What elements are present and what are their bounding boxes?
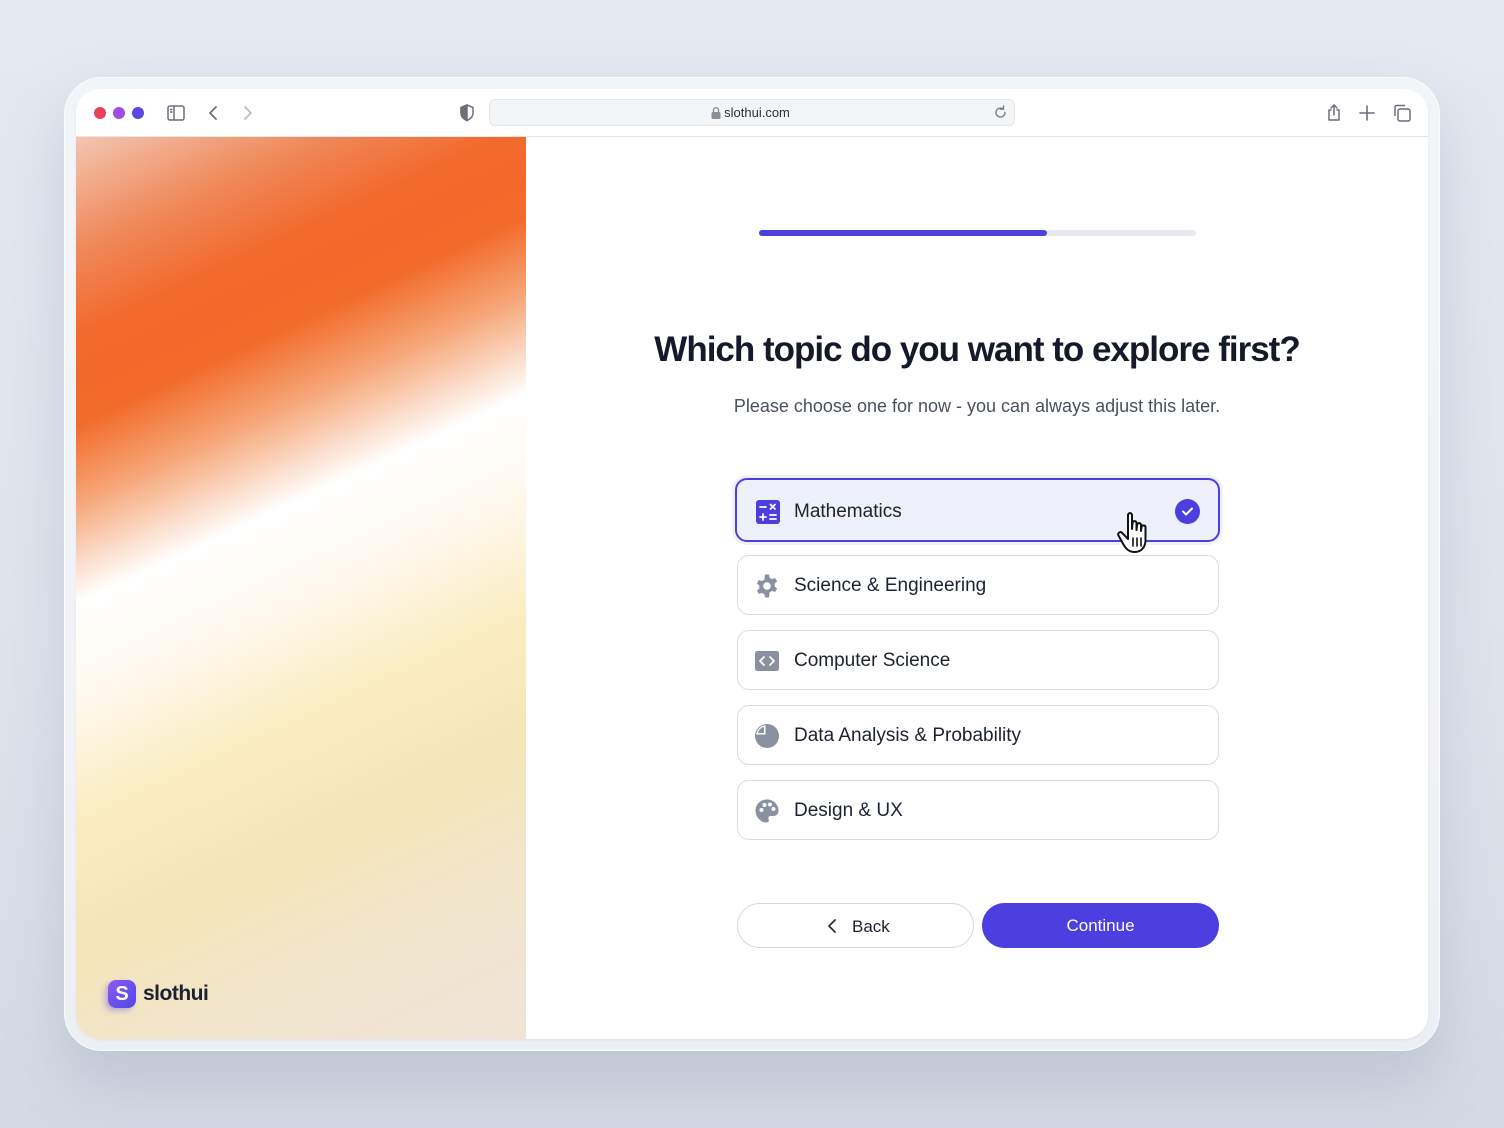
sidebar-toggle-icon[interactable] xyxy=(165,102,187,124)
check-circle-icon xyxy=(1175,499,1200,524)
hero-gradient-panel xyxy=(76,137,526,1039)
palette-icon xyxy=(754,798,780,824)
share-icon[interactable] xyxy=(1323,102,1345,124)
address-bar[interactable]: slothui.com xyxy=(489,99,1015,126)
topic-option-label: Computer Science xyxy=(794,650,951,671)
topic-option-computer-science[interactable]: Computer Science xyxy=(737,630,1219,690)
back-button-label: Back xyxy=(852,917,890,936)
topic-option-data-analysis[interactable]: Data Analysis & Probability xyxy=(737,705,1219,765)
tabs-overview-icon[interactable] xyxy=(1391,102,1413,124)
topic-option-label: Data Analysis & Probability xyxy=(794,725,1022,746)
pie-chart-icon xyxy=(754,723,780,749)
brand-logo-icon: S xyxy=(108,980,136,1008)
maximize-window-button[interactable] xyxy=(132,107,144,119)
minimize-window-button[interactable] xyxy=(113,107,125,119)
continue-button[interactable]: Continue xyxy=(982,903,1219,948)
shield-icon[interactable] xyxy=(456,102,478,124)
calculator-icon xyxy=(755,499,781,525)
code-icon xyxy=(754,648,780,674)
topic-option-label: Mathematics xyxy=(794,501,902,522)
chevron-left-icon xyxy=(825,917,841,935)
reload-icon[interactable] xyxy=(991,103,1010,122)
browser-window: slothui.com S slothui Which topic do you… xyxy=(76,89,1428,1039)
topic-option-design-ux[interactable]: Design & UX xyxy=(737,780,1219,840)
page-subtitle: Please choose one for now - you can alwa… xyxy=(733,396,1221,416)
chevron-right-icon[interactable] xyxy=(236,102,258,124)
topic-option-science-engineering[interactable]: Science & Engineering xyxy=(737,555,1219,615)
brand-name: slothui xyxy=(143,982,209,1005)
url-text: slothui.com xyxy=(724,105,790,120)
page-title: Which topic do you want to explore first… xyxy=(654,330,1300,369)
browser-toolbar: slothui.com xyxy=(76,89,1428,137)
topic-option-label: Design & UX xyxy=(794,800,903,821)
back-button[interactable]: Back xyxy=(737,903,974,948)
close-window-button[interactable] xyxy=(94,107,106,119)
progress-fill xyxy=(759,230,1048,236)
progress-bar xyxy=(759,230,1196,236)
chevron-left-icon[interactable] xyxy=(203,102,225,124)
hand-pointer-cursor-icon xyxy=(1116,509,1158,557)
topic-option-label: Science & Engineering xyxy=(794,575,987,596)
gear-icon xyxy=(754,573,780,599)
topic-option-mathematics[interactable]: Mathematics xyxy=(735,478,1220,553)
onboarding-panel: Which topic do you want to explore first… xyxy=(526,137,1428,1039)
plus-icon[interactable] xyxy=(1356,102,1378,124)
